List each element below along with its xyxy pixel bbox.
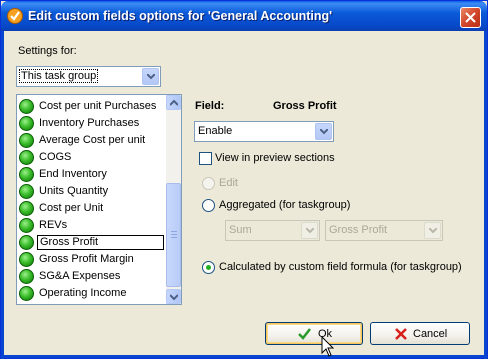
list-item[interactable]: REVs: [18, 217, 166, 234]
checkmark-icon: [298, 328, 311, 340]
field-mode-dropdown-arrow[interactable]: [315, 123, 332, 140]
aggregate-function-dropdown-arrow[interactable]: [301, 222, 318, 239]
chevron-down-icon: [306, 228, 314, 234]
green-status-icon: [19, 286, 34, 301]
chevron-up-icon: [170, 100, 178, 106]
green-status-icon: [19, 167, 34, 182]
list-item-label: Inventory Purchases: [39, 117, 140, 129]
cancel-button[interactable]: Cancel: [370, 322, 470, 345]
list-item-label: Cost per unit Purchases: [39, 100, 157, 112]
fields-listbox[interactable]: Cost per unit Purchases Inventory Purchas…: [16, 94, 182, 305]
green-status-icon: [19, 116, 34, 131]
edit-radio[interactable]: [202, 177, 215, 190]
field-mode-dropdown[interactable]: Enable: [194, 121, 334, 142]
chevron-down-icon: [170, 294, 178, 300]
list-item[interactable]: Units Quantity: [18, 183, 166, 200]
list-item-label: Gross Profit Margin: [39, 253, 134, 265]
aggregate-function-value: Sum: [229, 224, 252, 236]
list-item[interactable]: COGS: [18, 149, 166, 166]
scroll-grip-line: [171, 237, 177, 238]
scroll-grip-line: [171, 234, 177, 235]
close-button[interactable]: [460, 7, 481, 28]
fields-list-scrollbar[interactable]: [166, 95, 181, 304]
green-status-icon: [19, 201, 34, 216]
window-frame-left: [1, 31, 4, 359]
chevron-down-icon: [320, 129, 328, 135]
aggregate-field-dropdown-arrow[interactable]: [424, 222, 441, 239]
green-status-icon: [19, 133, 34, 148]
settings-for-value: This task group: [18, 69, 99, 83]
list-item-label: Operating Income: [39, 287, 127, 299]
field-mode-value: Enable: [198, 125, 233, 137]
aggregated-radio[interactable]: [202, 199, 215, 212]
view-in-preview-checkbox[interactable]: [199, 152, 212, 165]
list-item[interactable]: Cost per Unit: [18, 200, 166, 217]
mouse-cursor-icon: [321, 336, 335, 357]
checkmark-app-icon: [7, 8, 23, 24]
field-name: Gross Profit: [273, 100, 337, 112]
list-item[interactable]: Gross Profit Margin: [18, 251, 166, 268]
list-item[interactable]: Operating Income: [18, 285, 166, 302]
aggregate-function-dropdown[interactable]: Sum: [225, 220, 320, 241]
list-item-label: Units Quantity: [39, 185, 109, 197]
green-status-icon: [19, 184, 34, 199]
list-item-label: COGS: [39, 151, 72, 163]
scroll-grip-line: [171, 231, 177, 232]
green-status-icon: [19, 235, 34, 250]
dialog-window: Edit custom fields options for 'General …: [0, 0, 488, 359]
calculated-radio-label: Calculated by custom field formula (for …: [219, 261, 462, 273]
ok-button[interactable]: Ok: [265, 322, 363, 345]
list-item-label: Cost per Unit: [39, 202, 104, 214]
list-item-label: Average Cost per unit: [39, 134, 146, 146]
window-frame-bottom: [1, 355, 487, 358]
settings-for-dropdown[interactable]: This task group: [16, 66, 161, 87]
list-item-label: End Inventory: [39, 168, 107, 180]
window-title: Edit custom fields options for 'General …: [28, 9, 333, 23]
green-status-icon: [19, 150, 34, 165]
scroll-down-button[interactable]: [166, 289, 181, 304]
list-item[interactable]: SG&A Expenses: [18, 268, 166, 285]
calculated-radio[interactable]: [202, 261, 215, 274]
settings-for-dropdown-arrow[interactable]: [142, 68, 159, 85]
list-item[interactable]: Gross Profit: [18, 234, 166, 251]
green-status-icon: [19, 99, 34, 114]
cancel-x-icon: [395, 328, 407, 340]
chevron-down-icon: [429, 228, 437, 234]
list-item[interactable]: End Inventory: [18, 166, 166, 183]
list-item-label: Gross Profit: [37, 235, 164, 250]
title-bar[interactable]: Edit custom fields options for 'General …: [1, 1, 487, 31]
scroll-up-button[interactable]: [166, 95, 181, 110]
list-item-label: REVs: [39, 219, 68, 231]
green-status-icon: [19, 269, 34, 284]
aggregate-field-dropdown[interactable]: Gross Profit: [325, 220, 443, 241]
edit-radio-label: Edit: [219, 177, 238, 189]
list-item[interactable]: Inventory Purchases: [18, 115, 166, 132]
close-icon: [465, 12, 476, 23]
green-status-icon: [19, 252, 34, 267]
aggregate-field-value: Gross Profit: [329, 224, 388, 236]
list-item[interactable]: Average Cost per unit: [18, 132, 166, 149]
list-item-label: SG&A Expenses: [39, 270, 121, 282]
aggregated-radio-label: Aggregated (for taskgroup): [219, 199, 351, 211]
chevron-down-icon: [147, 74, 155, 80]
list-item[interactable]: Cost per unit Purchases: [18, 98, 166, 115]
view-in-preview-label: View in preview sections: [215, 152, 335, 164]
field-label: Field:: [195, 100, 225, 112]
cancel-button-label: Cancel: [413, 328, 448, 340]
green-status-icon: [19, 218, 34, 233]
settings-for-label: Settings for:: [18, 45, 77, 57]
window-frame-right: [484, 31, 487, 359]
scroll-thumb[interactable]: [166, 183, 181, 287]
